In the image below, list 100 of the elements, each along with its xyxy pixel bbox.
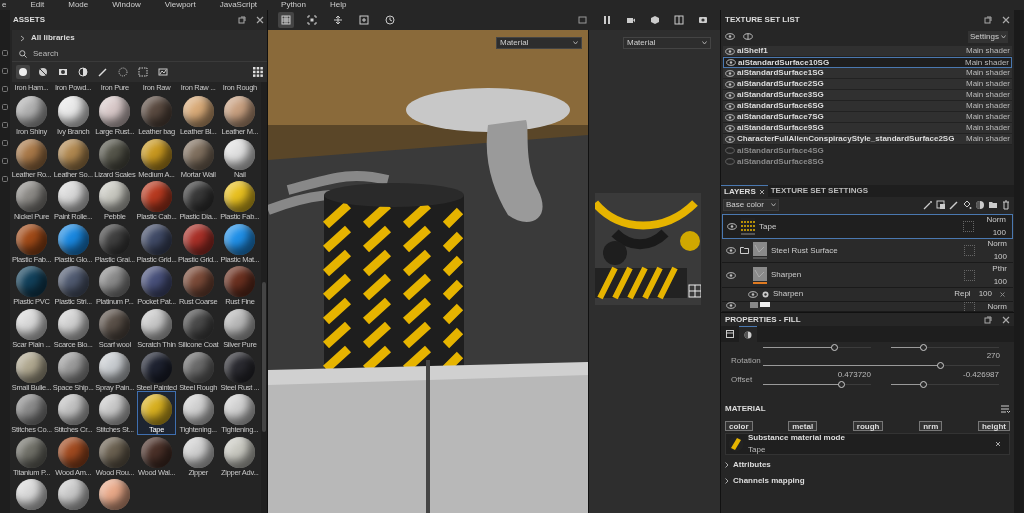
close-icon[interactable] bbox=[1002, 16, 1010, 24]
filter-tab[interactable] bbox=[76, 65, 90, 79]
menu-item[interactable]: Help bbox=[329, 0, 347, 10]
channel-button[interactable]: nrm bbox=[919, 420, 943, 431]
list-options-icon[interactable] bbox=[1001, 405, 1010, 413]
menu-item[interactable]: Python bbox=[281, 0, 306, 10]
texture-set-row[interactable]: aiStandardSurface7SG Main shader bbox=[723, 112, 1012, 123]
search-input[interactable]: Search bbox=[33, 48, 233, 59]
menu-item[interactable]: Window bbox=[112, 0, 141, 10]
eye-icon[interactable] bbox=[725, 102, 735, 110]
texture-set-row[interactable]: aiStandardSurface3SG Main shader bbox=[723, 90, 1012, 101]
search-field[interactable]: Search bbox=[12, 46, 267, 62]
close-icon[interactable] bbox=[995, 441, 1001, 447]
channel-button[interactable]: height bbox=[977, 420, 1010, 431]
chevron-icon[interactable] bbox=[20, 34, 25, 42]
view-mode-dropdown[interactable]: Material bbox=[496, 37, 582, 49]
texture-set-row[interactable]: aiStandardSurface6SG Main shader bbox=[723, 101, 1012, 112]
close-icon[interactable] bbox=[758, 188, 765, 195]
blend-mode-dropdown[interactable]: Norm bbox=[987, 239, 1007, 250]
library-selector[interactable]: All libraries bbox=[31, 33, 75, 43]
toolbar-button[interactable] bbox=[921, 198, 934, 212]
chevron-icon[interactable] bbox=[725, 478, 729, 484]
eye-icon[interactable] bbox=[725, 33, 735, 40]
filter-tab[interactable] bbox=[16, 65, 30, 79]
grid-view-icon[interactable] bbox=[253, 67, 263, 77]
tool-icon[interactable] bbox=[2, 104, 8, 110]
filter-tab[interactable] bbox=[36, 65, 50, 79]
slider-thumb[interactable] bbox=[830, 344, 838, 351]
toolbar-button[interactable] bbox=[973, 198, 986, 212]
toolbar-button[interactable] bbox=[356, 12, 372, 28]
blend-mode-dropdown[interactable]: Norm bbox=[987, 302, 1007, 312]
undock-icon[interactable] bbox=[984, 16, 992, 24]
opacity-field[interactable]: 100 bbox=[978, 289, 992, 300]
menu-item[interactable]: Edit bbox=[30, 0, 45, 10]
eye-icon[interactable] bbox=[725, 91, 735, 99]
texture-set-row[interactable]: aiStandardSurface1SG Main shader bbox=[723, 68, 1012, 79]
toolbar-button[interactable] bbox=[672, 12, 686, 28]
slider-thumb[interactable] bbox=[919, 381, 927, 388]
texture-set-row[interactable]: aiStandardSurface10SG Main shader bbox=[723, 57, 1012, 68]
toolbar-button[interactable] bbox=[947, 198, 960, 212]
channel-dropdown[interactable]: Base color bbox=[723, 199, 779, 211]
slider-thumb[interactable] bbox=[937, 362, 945, 369]
layer-row[interactable]: Steel Rust Surface Norm 100 bbox=[722, 239, 1013, 264]
toolbar-button[interactable] bbox=[304, 12, 320, 28]
texture-set-row[interactable]: aiStandardSurface2SG Main shader bbox=[723, 79, 1012, 90]
eye-icon[interactable] bbox=[727, 223, 737, 230]
eye-icon[interactable] bbox=[725, 47, 735, 55]
toolbar-button[interactable] bbox=[278, 12, 294, 28]
tool-icon[interactable] bbox=[2, 122, 8, 128]
channel-button[interactable]: color bbox=[725, 420, 753, 431]
property-tab[interactable] bbox=[739, 326, 757, 342]
opacity-field[interactable]: 100 bbox=[993, 252, 1007, 263]
filter-tab[interactable] bbox=[156, 65, 170, 79]
tool-icon[interactable] bbox=[2, 68, 8, 74]
tool-icon[interactable] bbox=[2, 176, 8, 182]
close-icon[interactable] bbox=[256, 16, 264, 24]
eye-icon[interactable] bbox=[726, 247, 736, 255]
slider-thumb[interactable] bbox=[919, 344, 927, 351]
channel-button[interactable]: metal bbox=[788, 420, 818, 431]
blend-mode-dropdown[interactable]: Norm bbox=[986, 215, 1006, 225]
opacity-field[interactable]: 100 bbox=[992, 228, 1006, 238]
eye-icon[interactable] bbox=[726, 59, 736, 66]
layer-row[interactable]: Sharpen Pthr 100 bbox=[722, 263, 1013, 288]
eye-icon[interactable] bbox=[725, 80, 735, 88]
texture-set-row[interactable]: aiStandardSurface9SG Main shader bbox=[723, 123, 1012, 134]
texture-set-row[interactable]: aiStandardSurface4SG bbox=[723, 145, 1012, 156]
toolbar-button[interactable] bbox=[382, 12, 398, 28]
eye-icon[interactable] bbox=[726, 302, 736, 309]
scrollbar-thumb[interactable] bbox=[262, 282, 266, 432]
menu-item[interactable]: e bbox=[2, 0, 7, 10]
layer-row[interactable]: Tape Norm 100 bbox=[722, 214, 1013, 239]
eye-split-icon[interactable] bbox=[743, 33, 753, 40]
eye-icon[interactable] bbox=[725, 113, 735, 121]
tool-icon[interactable] bbox=[2, 158, 8, 164]
eye-icon[interactable] bbox=[726, 271, 736, 279]
tool-icon[interactable] bbox=[2, 86, 8, 92]
section-header[interactable]: Channels mapping bbox=[733, 476, 805, 486]
eye-icon[interactable] bbox=[725, 124, 735, 132]
texture-set-row[interactable]: aiStandardSurface8SG bbox=[723, 156, 1012, 167]
channel-button[interactable]: rough bbox=[852, 420, 884, 431]
texture-set-row[interactable]: aiShelf1 Main shader bbox=[723, 46, 1012, 57]
undock-icon[interactable] bbox=[238, 16, 246, 24]
close-icon[interactable] bbox=[1002, 315, 1010, 324]
section-header[interactable]: Attributes bbox=[733, 460, 771, 470]
menu-item[interactable]: Mode bbox=[68, 0, 89, 10]
layer-row[interactable]: Norm bbox=[722, 302, 1013, 312]
tool-icon[interactable] bbox=[2, 140, 8, 146]
undock-icon[interactable] bbox=[984, 315, 992, 324]
slider-thumb[interactable] bbox=[838, 381, 846, 388]
toolbar-button[interactable] bbox=[934, 198, 947, 212]
menu-item[interactable]: Viewport bbox=[164, 0, 196, 10]
panel-tab[interactable]: LAYERS bbox=[721, 185, 768, 197]
chevron-icon[interactable] bbox=[725, 462, 729, 468]
filter-tab[interactable] bbox=[96, 65, 110, 79]
eye-icon[interactable] bbox=[748, 290, 758, 298]
blend-mode-dropdown[interactable]: Pthr bbox=[992, 263, 1007, 274]
tool-icon[interactable] bbox=[2, 50, 8, 56]
blend-mode-dropdown[interactable]: Repl bbox=[954, 289, 971, 300]
settings-dropdown[interactable]: Settings bbox=[968, 30, 1008, 43]
eye-icon[interactable] bbox=[725, 69, 735, 77]
